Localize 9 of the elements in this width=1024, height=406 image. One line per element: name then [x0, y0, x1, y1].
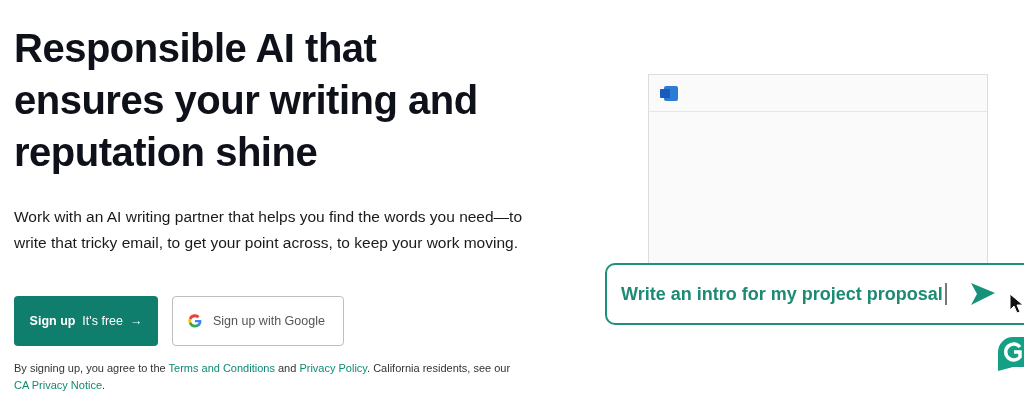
legal-link[interactable]: Terms and Conditions — [168, 362, 275, 374]
prompt-text: Write an intro for my project proposal — [621, 283, 943, 305]
google-sign-up-button[interactable]: Sign up with Google — [172, 296, 344, 346]
sign-up-button[interactable]: Sign up It's free → — [14, 296, 158, 346]
legal-notice: By signing up, you agree to the Terms and Conditions and Privacy Policy. California residents, see our CA Privacy Notice. — [14, 361, 512, 393]
legal-link[interactable]: CA Privacy Notice — [14, 379, 103, 391]
hero-description: Work with an AI writing partner that helps you find the words you need—to write that tricky email, to get your point across, to keep your work moving. — [14, 207, 524, 253]
prompt-field[interactable]: Write an intro for my project proposal — [605, 263, 1024, 325]
hero-heading: Responsible AI that ensures your writing and reputation shine — [14, 25, 479, 176]
